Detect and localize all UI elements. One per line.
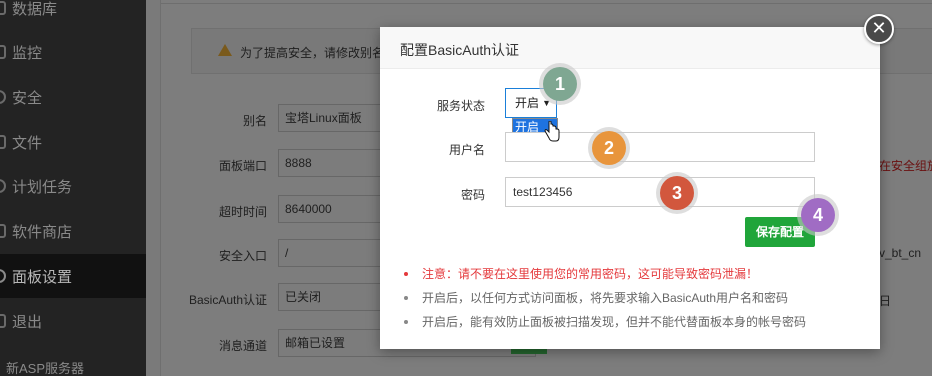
port-note: 在安全组放 [879, 159, 932, 173]
service-status-label: 服务状态 [436, 99, 485, 113]
gear-icon [0, 269, 6, 283]
basicauth-note: 日 [879, 294, 892, 308]
tip-text: 开启后，以任何方式访问面板，将先要求输入BasicAuth用户名和密码 [422, 291, 789, 305]
sidebar-item-label: 文件 [12, 134, 43, 152]
sidebar-item-monitor[interactable]: 监控 [0, 30, 146, 74]
step-marker-3: 3 [660, 176, 694, 210]
list-item: 开启后，能有效防止面板被扫描发现，但并不能代替面板本身的帐号密码 [404, 313, 864, 337]
password-label: 密码 [460, 188, 485, 202]
step-marker-4: 4 [801, 198, 835, 232]
close-icon[interactable]: ✕ [864, 14, 894, 44]
database-icon [0, 1, 6, 15]
tip-text: 开启后，能有效防止面板被扫描发现，但并不能代替面板本身的帐号密码 [422, 315, 807, 329]
server-name: 新ASP服务器 [6, 361, 85, 376]
list-item: 开启后，以任何方式访问面板，将先要求输入BasicAuth用户名和密码 [404, 289, 864, 313]
sidebar-item-logout[interactable]: 退出 [0, 299, 146, 343]
sidebar-item-label: 安全 [12, 89, 43, 107]
channel-label: 消息通道 [218, 339, 267, 353]
logout-icon [0, 314, 6, 328]
hand-cursor-icon [544, 121, 560, 142]
sidebar-item-store[interactable]: 软件商店 [0, 209, 146, 253]
folder-icon [0, 135, 6, 149]
sidebar-item-label: 监控 [12, 44, 43, 62]
divider [161, 3, 932, 4]
sidebar-item-label: 计划任务 [12, 178, 73, 196]
entry-label: 安全入口 [218, 249, 267, 263]
username-label: 用户名 [448, 143, 485, 157]
sidebar-item-cron[interactable]: 计划任务 [0, 164, 146, 208]
clock-icon [0, 179, 6, 193]
timeout-label: 超时时间 [218, 205, 267, 219]
sidebar-item-database[interactable]: 数据库 [0, 0, 146, 30]
shield-icon [0, 90, 6, 104]
sidebar-item-security[interactable]: 安全 [0, 75, 146, 119]
warning-text: 为了提高安全，请修改别名、 [240, 46, 397, 60]
service-status-value: 开启 [515, 96, 540, 110]
sidebar: 数据库 监控 安全 文件 计划任务 软件商店 面板设置 退出 新ASP服务器 [0, 0, 146, 376]
step-marker-2: 2 [592, 131, 626, 165]
port-label: 面板端口 [218, 159, 267, 173]
basicauth-dialog: 配置BasicAuth认证 服务状态 开启 ▼ 开启 关闭 用户名 密码 tes… [380, 27, 880, 349]
sidebar-item-label: 面板设置 [12, 268, 73, 286]
basicauth-label: BasicAuth认证 [188, 293, 267, 307]
store-icon [0, 224, 6, 238]
list-item: 注意：请不要在这里使用您的常用密码，这可能导致密码泄漏！ [404, 265, 864, 289]
step-marker-1: 1 [543, 67, 577, 101]
dialog-header: 配置BasicAuth认证 [380, 27, 880, 69]
alias-label: 别名 [242, 114, 267, 128]
sidebar-item-files[interactable]: 文件 [0, 120, 146, 164]
entry-note: v_bt_cn [879, 246, 922, 260]
monitor-icon [0, 45, 6, 59]
warning-icon [218, 44, 232, 56]
sidebar-item-settings[interactable]: 面板设置 [0, 254, 146, 298]
dialog-title: 配置BasicAuth认证 [400, 42, 520, 58]
sidebar-item-label: 软件商店 [12, 223, 73, 241]
sidebar-item-label: 退出 [12, 313, 43, 331]
sidebar-item-label: 数据库 [12, 0, 58, 18]
tips-list: 注意：请不要在这里使用您的常用密码，这可能导致密码泄漏！ 开启后，以任何方式访问… [404, 265, 864, 337]
tip-text: 注意：请不要在这里使用您的常用密码，这可能导致密码泄漏！ [422, 267, 759, 281]
